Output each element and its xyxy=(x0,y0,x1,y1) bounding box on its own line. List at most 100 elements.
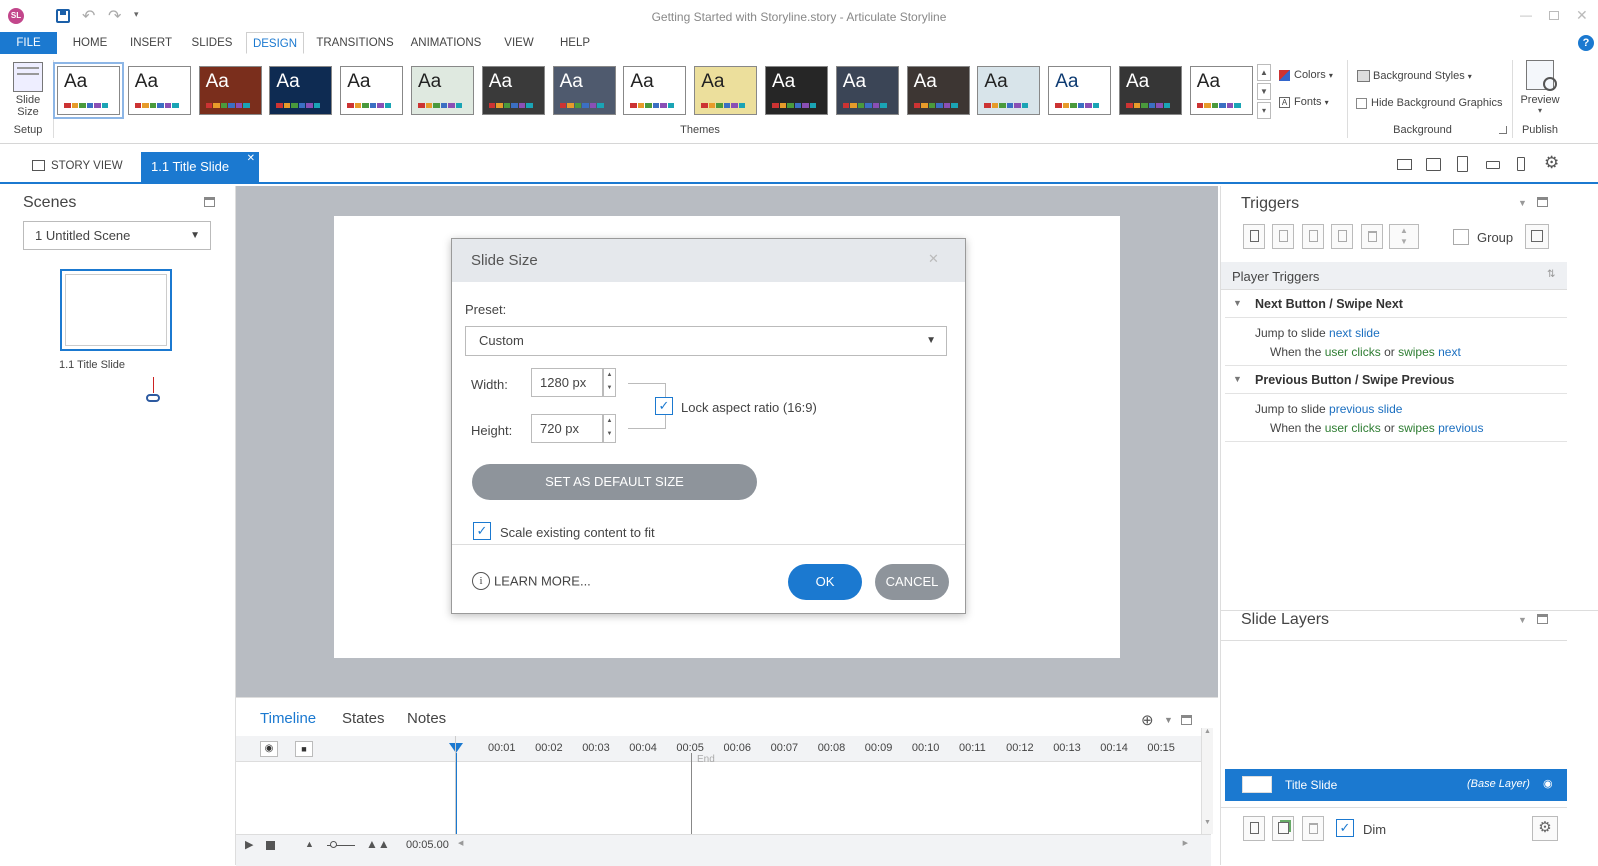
tab-title-slide[interactable]: 1.1 Title Slide ✕ xyxy=(141,152,259,182)
collapse-all-icon[interactable]: ⇅ xyxy=(1547,269,1555,280)
play-icon[interactable]: ▶ xyxy=(245,838,253,851)
trigger-action[interactable]: Jump to slide next slide xyxy=(1255,326,1380,340)
move-trigger-icon[interactable]: ▲ ▼ xyxy=(1389,224,1419,249)
slide-thumbnail[interactable] xyxy=(60,269,172,351)
tab-slides[interactable]: SLIDES xyxy=(184,32,240,54)
tab-home[interactable]: HOME xyxy=(62,32,118,54)
theme-thumbnail[interactable]: Aa xyxy=(1048,66,1112,115)
width-stepper[interactable]: ▲ ▼ xyxy=(603,368,616,397)
gallery-scroll-down[interactable]: ▼ xyxy=(1257,83,1271,100)
ok-button[interactable]: OK xyxy=(788,564,862,600)
zoom-slider[interactable] xyxy=(327,841,355,848)
theme-thumbnail[interactable]: Aa xyxy=(481,66,545,115)
theme-thumbnail[interactable]: Aa xyxy=(765,66,828,115)
tab-help[interactable]: HELP xyxy=(552,32,598,54)
vertical-scrollbar[interactable]: ▲ ▼ xyxy=(1201,728,1213,834)
theme-thumbnail[interactable]: Aa xyxy=(411,66,474,115)
edit-trigger-icon[interactable] xyxy=(1272,224,1294,249)
pop-out-icon[interactable] xyxy=(204,197,215,207)
tab-design[interactable]: DESIGN xyxy=(246,32,304,54)
tab-insert[interactable]: INSERT xyxy=(122,32,180,54)
desktop-view-icon[interactable] xyxy=(1397,159,1412,170)
gear-icon[interactable]: ⚙ xyxy=(1532,816,1558,841)
height-input[interactable]: 720 px xyxy=(531,414,603,443)
link-icon[interactable] xyxy=(146,394,160,402)
group-checkbox[interactable] xyxy=(1453,229,1469,245)
theme-thumbnail[interactable]: Aa xyxy=(977,66,1041,115)
hide-background-checkbox[interactable]: Hide Background Graphics xyxy=(1356,97,1502,109)
trigger-action[interactable]: Jump to slide previous slide xyxy=(1255,402,1402,416)
theme-thumbnail[interactable]: Aa xyxy=(127,66,191,115)
set-default-size-button[interactable]: SET AS DEFAULT SIZE xyxy=(472,464,757,500)
collapse-triangle-icon[interactable]: ▼ xyxy=(1233,374,1242,384)
tab-states[interactable]: States xyxy=(342,710,385,727)
pop-out-icon[interactable] xyxy=(1537,197,1548,207)
tab-timeline[interactable]: Timeline xyxy=(260,710,316,727)
pop-out-icon[interactable] xyxy=(1181,715,1192,725)
story-view-tab[interactable]: STORY VIEW xyxy=(32,160,123,172)
cancel-button[interactable]: CANCEL xyxy=(875,564,949,600)
close-window-icon[interactable]: ✕ xyxy=(1576,7,1588,24)
zoom-in-icon[interactable]: ▲▲ xyxy=(366,837,390,851)
chevron-down-icon[interactable]: ▼ xyxy=(1164,715,1173,725)
gallery-scroll-up[interactable]: ▲ xyxy=(1257,64,1271,81)
colors-button[interactable]: Colors ▾ xyxy=(1279,69,1333,85)
theme-thumbnail[interactable]: Aa xyxy=(340,66,404,115)
phone-portrait-icon[interactable] xyxy=(1517,157,1525,171)
learn-more-link[interactable]: i LEARN MORE... xyxy=(472,572,591,590)
delete-layer-icon[interactable] xyxy=(1302,816,1324,841)
trigger-group-header[interactable]: ▼ Previous Button / Swipe Previous xyxy=(1225,366,1567,394)
gear-icon[interactable]: ⚙ xyxy=(1544,153,1559,173)
dim-checkbox[interactable]: ✓ xyxy=(1336,819,1354,837)
pop-out-icon[interactable] xyxy=(1537,614,1548,624)
base-layer-row[interactable]: Title Slide (Base Layer) ◉ xyxy=(1225,769,1567,801)
theme-thumbnail[interactable]: Aa xyxy=(552,66,616,115)
fonts-button[interactable]: A Fonts ▾ xyxy=(1279,96,1329,112)
theme-thumbnail[interactable]: Aa xyxy=(1119,66,1182,115)
horizontal-scrollbar[interactable]: ◀ ▶ xyxy=(458,839,1188,851)
theme-thumbnail[interactable]: Aa xyxy=(198,66,262,115)
trigger-condition[interactable]: When the user clicks or swipes previous xyxy=(1270,421,1483,435)
dialog-launcher-icon[interactable] xyxy=(1499,126,1507,134)
close-tab-icon[interactable]: ✕ xyxy=(247,144,255,174)
tab-file[interactable]: FILE xyxy=(0,32,57,54)
restore-icon[interactable] xyxy=(1549,11,1559,20)
tablet-portrait-icon[interactable] xyxy=(1457,156,1468,172)
lock-aspect-checkbox[interactable]: ✓ xyxy=(655,397,673,415)
tablet-landscape-icon[interactable] xyxy=(1426,158,1441,171)
close-icon[interactable]: ✕ xyxy=(928,251,939,267)
duplicate-layer-icon[interactable] xyxy=(1272,816,1294,841)
playhead-icon[interactable] xyxy=(449,743,463,753)
lock-icon[interactable]: ■ xyxy=(295,741,313,757)
tab-view[interactable]: VIEW xyxy=(496,32,542,54)
eye-icon[interactable]: ◉ xyxy=(260,741,278,757)
width-input[interactable]: 1280 px xyxy=(531,368,603,397)
eye-icon[interactable]: ◉ xyxy=(1543,777,1553,790)
collapse-triangle-icon[interactable]: ▼ xyxy=(1233,298,1242,308)
tab-animations[interactable]: ANIMATIONS xyxy=(403,32,489,54)
timeline-options-icon[interactable]: ⊕ xyxy=(1141,711,1154,729)
trigger-group[interactable]: ▼ Previous Button / Swipe Previous Jump to… xyxy=(1225,366,1567,442)
tab-transitions[interactable]: TRANSITIONS xyxy=(310,32,400,54)
trigger-condition[interactable]: When the user clicks or swipes next xyxy=(1270,345,1461,359)
trigger-group-header[interactable]: ▼ Next Button / Swipe Next xyxy=(1225,290,1567,318)
stop-icon[interactable] xyxy=(266,841,275,850)
trigger-group[interactable]: ▼ Next Button / Swipe Next Jump to slide n… xyxy=(1225,290,1567,366)
new-trigger-icon[interactable] xyxy=(1243,224,1265,249)
trigger-settings-icon[interactable] xyxy=(1525,224,1549,249)
tab-notes[interactable]: Notes xyxy=(407,710,446,727)
gallery-more[interactable]: ▾ xyxy=(1257,102,1271,119)
background-styles-button[interactable]: Background Styles ▾ xyxy=(1357,70,1472,83)
new-layer-icon[interactable] xyxy=(1243,816,1265,841)
zoom-out-icon[interactable]: ▲ xyxy=(305,839,314,849)
paste-trigger-icon[interactable] xyxy=(1331,224,1353,249)
theme-thumbnail[interactable]: Aa xyxy=(1189,66,1253,115)
phone-landscape-icon[interactable] xyxy=(1486,161,1500,169)
delete-trigger-icon[interactable] xyxy=(1361,224,1383,249)
scene-dropdown[interactable]: 1 Untitled Scene ▼ xyxy=(23,221,211,250)
preset-dropdown[interactable]: Custom ▼ xyxy=(465,326,947,356)
scale-content-checkbox[interactable]: ✓ xyxy=(473,522,491,540)
chevron-down-icon[interactable]: ▼ xyxy=(1518,198,1527,208)
theme-thumbnail[interactable]: Aa xyxy=(53,62,124,119)
copy-trigger-icon[interactable] xyxy=(1302,224,1324,249)
